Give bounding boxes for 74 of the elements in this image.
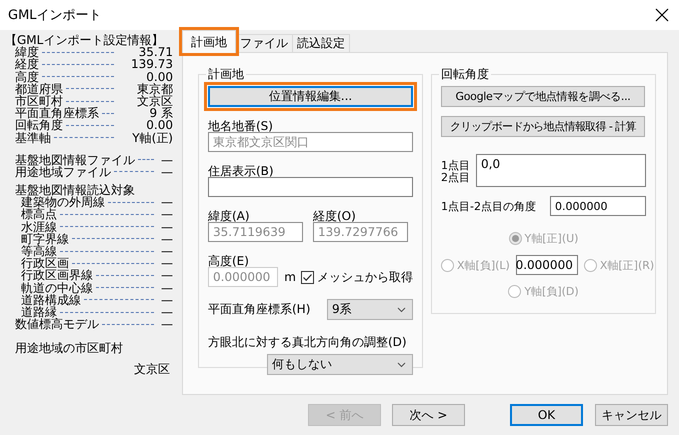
summary-label: 回転角度 [14,119,63,132]
dialog-button[interactable]: OK [510,404,583,426]
window-title: GMLインポート [8,7,102,24]
summary-label: 行政区画界線 [20,269,93,282]
summary-label: 用途地域ファイル [14,166,111,178]
field-label: 2点目 [441,172,470,184]
summary-label: 道路縁 [21,306,57,318]
summary-label: 経度 [14,58,39,71]
summary-label: 軌道の中心線 [20,282,93,294]
tab[interactable]: 読込設定 [292,34,350,52]
dialog-button[interactable]: 次へ > [392,404,465,426]
summary-label: 水涯線 [20,220,57,233]
action-button[interactable]: Googleマップで地点情報を調べる... [441,86,645,107]
summary-heading: 基盤地図情報読込対象 [14,184,136,196]
summary-value: 9 系 [150,107,173,120]
summary-label: 高度 [14,70,39,83]
summary-label: 市区町村 [14,94,63,108]
summary-label: 行政区画 [20,257,69,270]
field-label: 平面直角座標系(H) [208,301,310,318]
dropdown[interactable]: 9系 [327,299,413,320]
summary-label: 都道府県 [14,82,63,95]
summary-label: 緯度 [15,46,39,58]
group-title: 計画地 [207,66,245,83]
field-label: 経度(O) [313,208,357,222]
summary-value: — [160,257,173,270]
summary-label: 用途地域の市区町村 [14,342,124,355]
summary-label: 道路構成線 [20,294,81,306]
summary-label: 等高線 [20,245,57,258]
summary-label: 標高点 [20,208,57,221]
summary-value: — [160,154,173,166]
tab[interactable]: 計画地 [182,30,236,53]
summary-title: 【GMLインポート設定情報】 [5,34,164,46]
unit-label: m [284,270,296,284]
dropdown[interactable]: 何もしない [267,354,413,375]
summary-value: — [160,245,173,258]
field-label: 住居表示(B) [208,163,275,177]
summary-label: 平面直角座標系 [14,107,99,120]
field-label: 地名地番(S) [208,118,274,132]
field-label: 緯度(A) [208,208,251,222]
field-label: 1点目 [441,160,470,172]
summary-label: 建築物の外周線 [20,196,105,208]
summary-value: — [160,318,173,330]
summary-value: 東京都 [136,82,173,95]
summary-value: — [160,294,173,306]
summary-value: Y軸(正) [131,132,173,144]
summary-label: 基準軸 [14,132,51,144]
edit-button[interactable]: 位置情報編集... [208,86,413,107]
summary-value: 139.73 [130,58,173,71]
dialog-button[interactable]: キャンセル [595,404,668,426]
summary-value: 0.00 [146,70,173,83]
action-button[interactable]: クリップボードから地点情報取得 - 計算 [441,116,645,137]
field-label: 方眼北に対する真北方向角の調整(D) [208,334,408,348]
summary-value: — [160,269,173,282]
summary-label: 数値標高モデル [14,318,99,330]
summary-value: — [160,220,173,233]
summary-value: 文京区 [136,94,173,108]
summary-value: — [160,306,173,318]
summary-value: 文京区 [134,362,170,375]
text-area[interactable]: 0,0 [476,154,646,187]
summary-value: — [160,208,173,221]
checkbox-label: メッシュから取得 [317,268,413,286]
summary-label: 基盤地図情報ファイル [14,154,135,166]
summary-value: — [160,166,173,178]
field-label: 高度(E) [208,253,250,267]
summary-value: — [160,232,173,246]
input-field[interactable]: 0.000000 [550,196,646,216]
summary-value: 0.00 [146,119,173,132]
summary-label: 町字界線 [20,232,69,246]
summary-value: — [160,282,173,294]
summary-value: — [160,196,173,208]
group-title: 回転角度 [440,66,490,83]
field-label: 1点目-2点目の角度 [441,198,536,214]
summary-value: 35.71 [138,46,173,58]
input-field[interactable]: 0.000000 [516,255,578,275]
